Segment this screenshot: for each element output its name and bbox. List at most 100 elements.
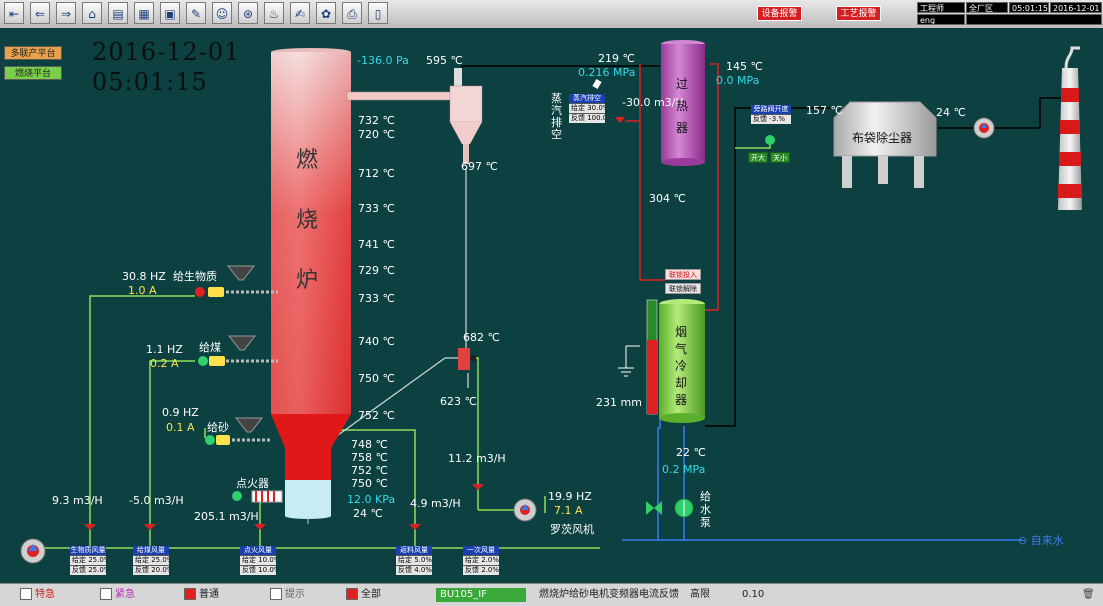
superheater-bottom-temp: 304 ℃	[649, 192, 686, 205]
tools-icon[interactable]: ✎	[186, 2, 206, 24]
superheater-label-3: 器	[676, 121, 689, 135]
filter-normal[interactable]: 普通	[184, 588, 219, 602]
sand-hz: 0.9 HZ	[162, 406, 199, 419]
vbox-setpoint: 给定 25.0%	[133, 555, 169, 565]
roots-blower-icon	[513, 498, 537, 522]
vbox-title: 蒸汽排空	[569, 94, 605, 103]
alarm-status-bar: 特急 紧急 普通 提示 全部 BU105_IF 燃烧炉给砂电机变频器电流反馈 高…	[0, 583, 1103, 606]
checkbox-icon	[270, 588, 282, 600]
settings-icon[interactable]: ✿	[316, 2, 336, 24]
loop-seal-temp: 682 ℃	[463, 331, 500, 344]
valve-open-button[interactable]: 开大	[748, 152, 768, 163]
furnace-pressure: -136.0 Pa	[357, 54, 409, 67]
exit-icon[interactable]: ▯	[368, 2, 388, 24]
cooler-label-4: 却	[675, 376, 688, 390]
multi-platform-button[interactable]: 多联产平台	[4, 46, 62, 60]
vbox-feedback: 反馈 4.0%	[396, 565, 432, 575]
furnace-outlet-duct	[346, 91, 453, 101]
roots-fan-hz: 19.9 HZ	[548, 490, 592, 503]
windbox-temp: 24 ℃	[353, 507, 383, 520]
filter-label: 全部	[361, 589, 381, 600]
valve-box-biomass[interactable]: 生物质风量 给定 25.0% 反馈 25.0%	[70, 546, 106, 575]
filter-label: 普通	[199, 589, 219, 600]
cooler-label-1: 烟	[675, 325, 688, 339]
valve-box-coal[interactable]: 给煤风量 给定 25.0% 反馈 20.0%	[133, 546, 169, 575]
device-alarm-button[interactable]: 设备报警	[757, 6, 802, 21]
water-pump-label: 给	[700, 490, 711, 503]
combustion-platform-button[interactable]: 燃烧平台	[4, 66, 62, 80]
bed-temp: 750 ℃	[351, 477, 388, 490]
bed-temp: 748 ℃	[351, 438, 388, 451]
primary-fan-icon	[20, 538, 46, 564]
vbox-setpoint: 给定 2.0%	[463, 555, 499, 565]
water-check-valve-icon	[646, 501, 662, 515]
nav-first-icon[interactable]: ⇤	[4, 2, 24, 24]
filter-label: 紧急	[115, 589, 135, 600]
checkbox-checked-icon	[346, 588, 358, 600]
nav-back-icon[interactable]: ⇐	[30, 2, 50, 24]
valve-close-button[interactable]: 关小	[770, 152, 790, 163]
filter-emergency[interactable]: 紧急	[100, 588, 135, 602]
furnace-temp: 729 ℃	[358, 264, 395, 277]
print-icon[interactable]: ⎙	[342, 2, 362, 24]
valve-box-igniter[interactable]: 点火风量 给定 10.0% 反馈 10.0%	[240, 546, 276, 575]
bag-filter-label: 布袋除尘器	[852, 131, 913, 145]
checkbox-icon	[100, 588, 112, 600]
valve-box-return[interactable]: 返料风量 给定 5.0% 反馈 4.0%	[396, 546, 432, 575]
trash-icon[interactable]: 🗑	[1082, 588, 1095, 602]
bed-temp: 752 ℃	[351, 464, 388, 477]
screen-2-icon[interactable]: ▦	[134, 2, 154, 24]
interlock-off-button[interactable]: 联锁解除	[665, 283, 701, 294]
nav-forward-icon[interactable]: ⇒	[56, 2, 76, 24]
filter-label: 特急	[35, 589, 55, 600]
filter-hint[interactable]: 提示	[270, 588, 305, 602]
steam-vent-flow: -30.0 m3/H	[622, 96, 684, 109]
screen-1-icon[interactable]: ▤	[108, 2, 128, 24]
process-icon[interactable]: ♨	[264, 2, 284, 24]
vbox-setpoint: 给定 10.0%	[240, 555, 276, 565]
home-icon[interactable]: ⌂	[82, 2, 102, 24]
vbox-feedback: 反馈 100.0%	[569, 113, 605, 123]
valve-box-primary[interactable]: 一次风量 给定 2.0% 反馈 2.0%	[463, 546, 499, 575]
tap-water-label: 自来水	[1030, 534, 1064, 547]
role-display: 工程师	[917, 2, 965, 13]
vbox-setpoint: 给定 30.0%	[569, 103, 605, 113]
users-icon[interactable]: ☺	[212, 2, 232, 24]
vbox-title: 给煤风量	[133, 546, 169, 555]
log-icon[interactable]: ✍	[290, 2, 310, 24]
process-alarm-button[interactable]: 工艺报警	[836, 6, 881, 21]
vbox-title: 旁路阀开度	[751, 105, 791, 114]
furnace-temp: 750 ℃	[358, 372, 395, 385]
interlock-on-button[interactable]: 联锁投入	[665, 269, 701, 280]
filter-urgent[interactable]: 特急	[20, 588, 55, 602]
furnace-temp: 712 ℃	[358, 167, 395, 180]
vbox-setpoint: 给定 5.0%	[396, 555, 432, 565]
alarm-value: 0.10	[742, 589, 765, 600]
alarm-description: 燃烧炉给砂电机变频器电流反馈	[539, 589, 679, 600]
superheater-label-2: 热	[676, 99, 689, 113]
loop-seal	[458, 348, 476, 370]
chimney-stack	[1058, 46, 1082, 210]
filter-all[interactable]: 全部	[346, 588, 381, 602]
furnace-title-3: 炉	[296, 268, 319, 293]
furnace-title-1: 燃	[296, 148, 319, 173]
cooler-label-3: 冷	[675, 359, 688, 373]
water-pressure: 0.2 MPa	[662, 463, 706, 476]
furnace-temp: 740 ℃	[358, 335, 395, 348]
steam-vent-control-box[interactable]: 蒸汽排空 给定 30.0% 反馈 100.0%	[569, 94, 605, 123]
superheater-inlet-temp: 219 ℃	[598, 52, 635, 65]
time-display: 05:01:15	[1009, 2, 1049, 13]
time-display-large: 05:01:15	[92, 68, 208, 96]
toolbar: ⇤ ⇐ ⇒ ⌂ ▤ ▦ ▣ ✎ ☺ ⊛ ♨ ✍ ✿ ⎙ ▯ 设备报警 工艺报警 …	[0, 0, 1103, 29]
furnace-temp: 732 ℃	[358, 114, 395, 127]
valve-icon[interactable]: ⊛	[238, 2, 258, 24]
bed-temp: 758 ℃	[351, 451, 388, 464]
screen-3-icon[interactable]: ▣	[160, 2, 180, 24]
flow-igniter-air: 205.1 m3/H	[194, 510, 259, 523]
furnace-temp: 733 ℃	[358, 202, 395, 215]
biomass-hz: 30.8 HZ	[122, 270, 166, 283]
flow-biomass-air: 9.3 m3/H	[52, 494, 103, 507]
bypass-valve-box[interactable]: 旁路阀开度 反馈 -3.%	[751, 105, 791, 124]
bed-pressure: 12.0 KPa	[347, 493, 396, 506]
water-temp: 22 ℃	[676, 446, 706, 459]
